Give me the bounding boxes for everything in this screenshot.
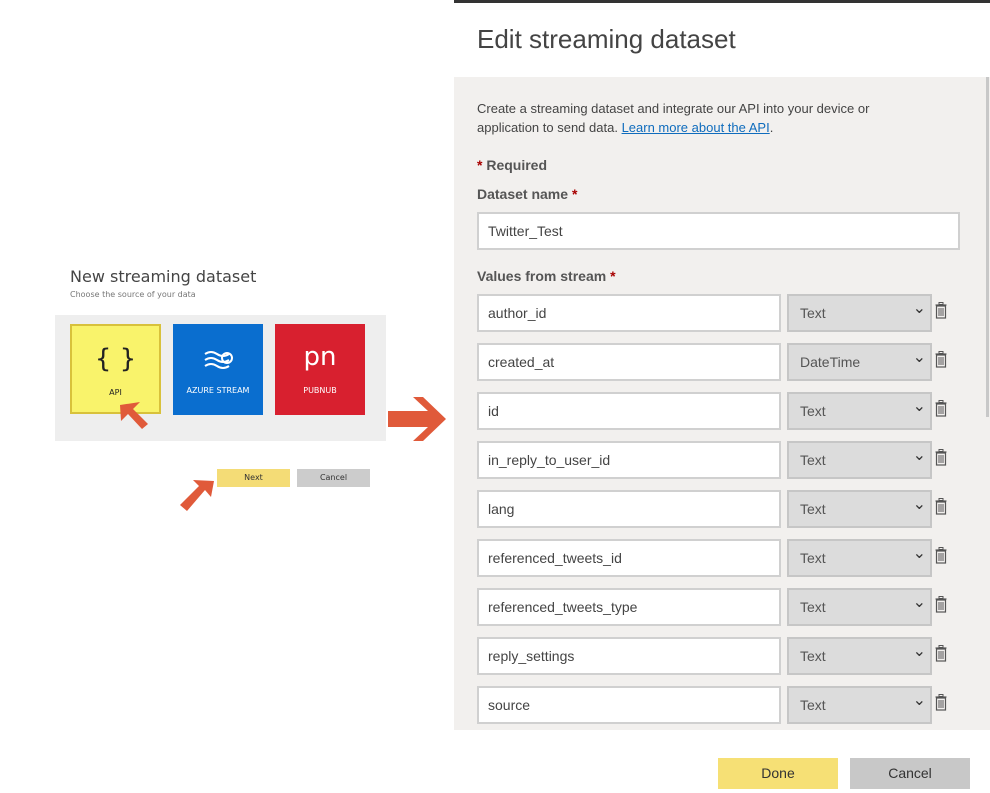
field-type-select[interactable]: Text ⌄ xyxy=(787,392,932,430)
field-type-select[interactable]: Text ⌄ xyxy=(787,539,932,577)
azure-stream-icon xyxy=(204,351,233,369)
field-name-input[interactable]: source xyxy=(477,686,781,724)
dataset-name-asterisk: * xyxy=(571,186,578,202)
field-name-input[interactable]: author_id xyxy=(477,294,781,332)
chevron-down-icon: ⌄ xyxy=(912,643,926,660)
pubnub-logo-icon: pn xyxy=(303,342,337,372)
chevron-down-icon: ⌄ xyxy=(912,349,926,366)
field-type-value: Text xyxy=(800,550,826,566)
delete-trash-icon[interactable] xyxy=(935,498,947,515)
values-from-stream-label: Values from stream * xyxy=(477,268,616,284)
cancel-button[interactable]: Cancel xyxy=(850,758,970,789)
field-name-input[interactable]: referenced_tweets_type xyxy=(477,588,781,626)
field-type-select[interactable]: Text ⌄ xyxy=(787,686,932,724)
delete-trash-icon[interactable] xyxy=(935,596,947,613)
api-braces-icon: { } xyxy=(94,344,137,374)
chevron-down-icon: ⌄ xyxy=(912,496,926,513)
dataset-name-input[interactable]: Twitter_Test xyxy=(477,212,960,250)
chevron-down-icon: ⌄ xyxy=(912,447,926,464)
required-label: Required xyxy=(486,157,548,173)
delete-trash-icon[interactable] xyxy=(935,400,947,417)
mini-cancel-button[interactable]: Cancel xyxy=(297,469,370,487)
chevron-down-icon: ⌄ xyxy=(912,398,926,415)
azure-stream-tile[interactable]: AZURE STREAM xyxy=(173,324,263,415)
edit-form-panel: Create a streaming dataset and integrate… xyxy=(454,77,990,730)
pubnub-tile[interactable]: pn PUBNUB xyxy=(275,324,365,415)
chevron-down-icon: ⌄ xyxy=(912,300,926,317)
field-name-input[interactable]: lang xyxy=(477,490,781,528)
new-dataset-title: New streaming dataset xyxy=(70,267,257,286)
field-name-input[interactable]: in_reply_to_user_id xyxy=(477,441,781,479)
field-type-value: Text xyxy=(800,501,826,517)
field-name-input[interactable]: created_at xyxy=(477,343,781,381)
field-type-value: Text xyxy=(800,599,826,615)
field-type-select[interactable]: DateTime ⌄ xyxy=(787,343,932,381)
panel-scrollbar[interactable] xyxy=(986,77,989,417)
field-name-input[interactable]: id xyxy=(477,392,781,430)
field-type-value: Text xyxy=(800,648,826,664)
field-type-value: Text xyxy=(800,403,826,419)
field-type-value: Text xyxy=(800,452,826,468)
learn-more-link[interactable]: Learn more about the API xyxy=(622,120,770,135)
api-tile-label: API xyxy=(109,388,122,397)
delete-trash-icon[interactable] xyxy=(935,449,947,466)
description-end: . xyxy=(769,120,774,135)
pubnub-tile-label: PUBNUB xyxy=(303,386,337,395)
delete-trash-icon[interactable] xyxy=(935,547,947,564)
field-type-value: Text xyxy=(800,305,826,321)
chevron-down-icon: ⌄ xyxy=(912,594,926,611)
field-type-select[interactable]: Text ⌄ xyxy=(787,490,932,528)
field-type-value: DateTime xyxy=(800,354,861,370)
chevron-down-icon: ⌄ xyxy=(912,692,926,709)
panel-top-border xyxy=(454,0,990,3)
page-title: Edit streaming dataset xyxy=(477,24,736,54)
delete-trash-icon[interactable] xyxy=(935,694,947,711)
field-type-select[interactable]: Text ⌄ xyxy=(787,294,932,332)
mini-next-button[interactable]: Next xyxy=(217,469,290,487)
values-asterisk: * xyxy=(610,268,616,284)
field-type-value: Text xyxy=(800,697,826,713)
chevron-down-icon: ⌄ xyxy=(912,545,926,562)
required-asterisk: * xyxy=(477,157,483,173)
arrow-to-next-icon xyxy=(180,480,214,511)
dataset-name-label-text: Dataset name xyxy=(477,186,569,202)
api-tile[interactable]: { } API xyxy=(70,324,161,414)
delete-trash-icon[interactable] xyxy=(935,302,947,319)
values-label-text: Values from stream xyxy=(477,268,607,284)
field-type-select[interactable]: Text ⌄ xyxy=(787,637,932,675)
form-description: Create a streaming dataset and integrate… xyxy=(477,99,917,137)
new-dataset-subtitle: Choose the source of your data xyxy=(70,290,196,299)
field-type-select[interactable]: Text ⌄ xyxy=(787,441,932,479)
azure-stream-tile-label: AZURE STREAM xyxy=(186,386,250,395)
done-button[interactable]: Done xyxy=(718,758,838,789)
delete-trash-icon[interactable] xyxy=(935,351,947,368)
field-name-input[interactable]: reply_settings xyxy=(477,637,781,675)
required-note: * Required xyxy=(477,157,547,173)
dataset-name-label: Dataset name * xyxy=(477,186,577,202)
field-type-select[interactable]: Text ⌄ xyxy=(787,588,932,626)
delete-trash-icon[interactable] xyxy=(935,645,947,662)
arrow-right-icon xyxy=(388,397,446,441)
field-name-input[interactable]: referenced_tweets_id xyxy=(477,539,781,577)
